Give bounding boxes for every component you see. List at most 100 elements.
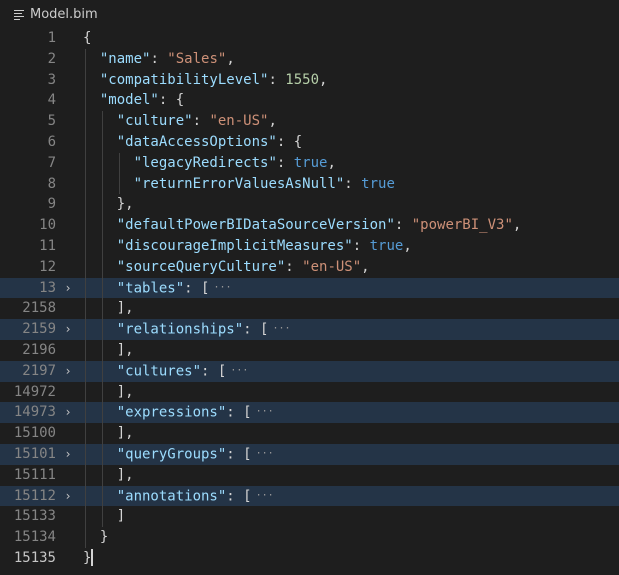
code-token: , [268,113,277,130]
indent-guide [101,506,103,528]
line-number: 15111 [13,466,56,483]
fold-chevron-right-icon[interactable]: › [56,402,80,423]
code-token: ], [116,425,134,442]
code-line[interactable]: 14972], [0,381,619,403]
indent-guide [85,215,86,236]
code-token: "cultures" [116,363,202,380]
code-line[interactable]: 15112 › "annotations": [··· [0,485,619,507]
code-token: "culture" [116,113,193,130]
code-token: , [319,71,328,88]
folded-region-ellipsis[interactable]: ··· [213,282,231,293]
indent-guide [101,215,103,236]
indent-guide [101,443,103,465]
line-number: 15101 [13,445,56,462]
indent-guide [101,173,103,195]
code-token: : [285,258,303,275]
code-line[interactable]: 2 "name": "Sales", [0,48,619,70]
fold-chevron-right-icon[interactable]: › [56,486,80,507]
code-content: ], [80,381,619,403]
code-line[interactable]: 13 › "tables": [··· [0,277,619,299]
folded-region-ellipsis[interactable]: ··· [272,323,290,334]
code-line[interactable]: 2197 › "cultures": [··· [0,360,619,382]
code-content: }, [80,194,619,216]
code-line[interactable]: 10 "defaultPowerBIDataSourceVersion": "po… [0,215,619,236]
code-line[interactable]: 3 "compatibilityLevel": 1550, [0,69,619,91]
line-number: 3 [47,71,56,88]
code-line[interactable]: 12 "sourceQueryCulture": "en-US", [0,256,619,278]
fold-chevron-right-icon[interactable]: › [56,319,80,340]
file-tab[interactable]: Model.bim [0,0,619,28]
code-line[interactable]: 15134} [0,527,619,548]
code-line[interactable]: 9}, [0,194,619,216]
code-token: true [369,237,404,254]
code-line[interactable]: 15133] [0,506,619,528]
code-content: "culture": "en-US", [80,111,619,132]
fold-chevron-right-icon[interactable]: › [56,444,80,465]
line-number: 2 [47,50,56,67]
code-content: ], [80,464,619,486]
editor-lines[interactable]: 1{2 "name": "Sales", 3 "compatibilityLevel"… [0,28,619,569]
fold-gutter [56,90,80,111]
code-content: "sourceQueryCulture": "en-US", [80,256,619,278]
indent-guide [85,443,86,465]
code-line[interactable]: 7 "legacyRedirects": true, [0,152,619,174]
code-line[interactable]: 1{ [0,28,619,49]
code-token: , [512,217,522,234]
code-token: : [394,217,412,234]
code-line[interactable]: 2196], [0,339,619,361]
line-number: 14972 [13,383,56,400]
code-editor[interactable]: Model.bim 1{2 "name": "Sales", 3 "compatibi… [0,0,619,575]
code-line[interactable]: 15101 › "queryGroups": [··· [0,443,619,465]
fold-gutter [56,70,80,91]
code-line[interactable]: 15135} [0,548,619,569]
indent-guide [85,256,86,278]
code-token: "tables" [116,279,185,296]
code-line[interactable]: 15100], [0,423,619,444]
code-content: "legacyRedirects": true, [80,152,619,174]
indent-guide [101,485,103,507]
code-content: ] [80,506,619,528]
indent-guide [85,402,86,424]
folded-region-ellipsis[interactable]: ··· [256,406,274,417]
indent-guide [101,194,103,216]
code-line[interactable]: 4 "model": { [0,90,619,112]
code-token: : { [276,133,303,150]
fold-gutter [56,132,80,153]
fold-gutter [56,49,80,70]
line-number: 11 [39,237,56,254]
line-number: 8 [47,175,56,192]
fold-chevron-right-icon[interactable]: › [56,278,80,299]
indent-guide [85,298,86,320]
code-line[interactable]: 8 "returnErrorValuesAsNull": true [0,173,619,195]
code-line[interactable]: 14973 › "expressions": [··· [0,402,619,424]
line-number: 15100 [13,425,56,442]
code-token: "model" [99,92,159,109]
code-token: : [ [226,487,252,504]
code-token: } [99,529,109,546]
folded-region-ellipsis[interactable]: ··· [230,365,248,376]
indent-guide [101,152,103,174]
code-line[interactable]: 5 "culture": "en-US", [0,111,619,132]
code-token: } [83,549,92,566]
code-line[interactable]: 15111], [0,464,619,486]
code-line[interactable]: 11 "discourageImplicitMeasures": true, [0,235,619,257]
line-number: 12 [39,258,56,275]
indent-guide [101,381,103,403]
indent-guide [101,464,103,486]
fold-gutter [56,423,80,444]
code-token: : [276,154,294,171]
code-content: "returnErrorValuesAsNull": true [80,173,619,195]
code-line[interactable]: 2158], [0,298,619,320]
code-content: "discourageImplicitMeasures": true, [80,235,619,257]
folded-region-ellipsis[interactable]: ··· [256,448,274,459]
fold-chevron-right-icon[interactable]: › [56,361,80,382]
code-line[interactable]: 2159 › "relationships": [··· [0,319,619,340]
code-token: "en-US" [302,258,362,275]
code-token: "defaultPowerBIDataSourceVersion" [116,217,395,234]
code-token: ], [116,341,134,358]
code-token: }, [116,196,134,213]
code-token: "discourageImplicitMeasures" [116,237,353,254]
code-content: "relationships": [··· [80,319,619,340]
code-line[interactable]: 6 "dataAccessOptions": { [0,131,619,153]
folded-region-ellipsis[interactable]: ··· [256,490,274,501]
